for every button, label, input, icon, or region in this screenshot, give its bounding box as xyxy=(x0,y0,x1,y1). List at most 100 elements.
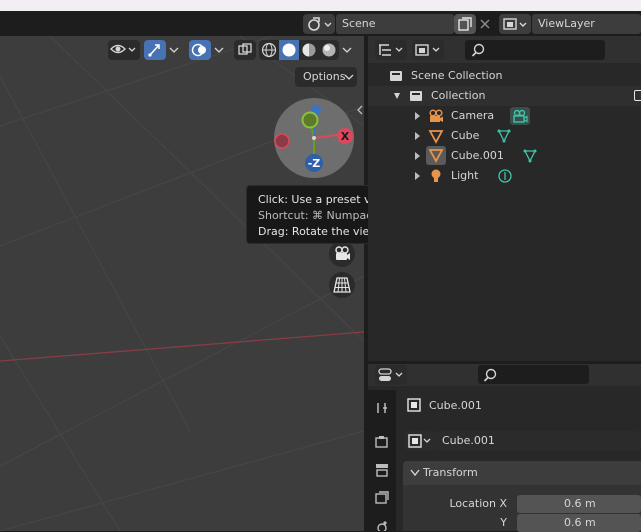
visibility-button[interactable] xyxy=(108,40,140,60)
light-object-icon xyxy=(431,169,441,182)
viewlayer-name: ViewLayer xyxy=(538,17,595,30)
object-name-field[interactable]: Cube.001 xyxy=(435,431,641,451)
outliner-row-camera[interactable]: Camera xyxy=(368,106,641,126)
scene-collection-icon xyxy=(390,71,402,81)
output-tab-icon[interactable] xyxy=(374,462,390,478)
overlays-toggle-button[interactable] xyxy=(189,40,211,60)
outliner-label: Light xyxy=(451,169,479,182)
scene-icon xyxy=(308,17,332,31)
chevron-down-icon xyxy=(169,47,179,53)
outliner-row-cube-001[interactable]: Cube.001 xyxy=(368,146,641,166)
camera-object-icon xyxy=(429,109,443,122)
tool-tab-icon[interactable] xyxy=(374,400,390,416)
outliner-row-scene-collection[interactable]: Scene Collection xyxy=(368,66,641,86)
view-layer-icon xyxy=(415,44,440,56)
location-y-label: Y xyxy=(500,516,507,529)
outliner-header xyxy=(368,36,641,63)
xray-icon xyxy=(238,43,252,55)
properties-editor-type-button[interactable] xyxy=(375,365,407,385)
object-icon xyxy=(407,398,421,412)
scene-name: Scene xyxy=(342,17,376,30)
properties-icon xyxy=(378,368,403,381)
tooltip-line-2: Shortcut: ⌘ Numpad 7 xyxy=(258,209,384,222)
outliner-row-collection[interactable]: Collection xyxy=(368,86,641,106)
xray-toggle-button[interactable] xyxy=(234,40,256,60)
viewlayer-browse-button[interactable] xyxy=(499,14,531,34)
object-browse-button[interactable] xyxy=(405,431,435,451)
chevron-down-icon xyxy=(410,469,420,477)
chevron-right-icon[interactable] xyxy=(413,151,421,161)
solid-shading-icon xyxy=(282,43,296,57)
camera-icon xyxy=(335,246,350,260)
chevron-down-icon xyxy=(214,47,224,53)
options-label: Options xyxy=(303,70,346,83)
chevron-right-icon[interactable] xyxy=(413,111,421,121)
toggle-camera-view-button[interactable] xyxy=(329,241,355,267)
3d-viewport[interactable]: Options X -Z xyxy=(0,36,364,531)
transform-panel-header[interactable]: Transform xyxy=(403,461,641,485)
outliner-label: Cube.001 xyxy=(451,149,504,162)
sidebar-toggle-icon[interactable] xyxy=(356,104,364,116)
mesh-object-icon xyxy=(428,149,444,163)
scene-browse-button[interactable] xyxy=(303,14,335,34)
transform-gizmo-icon xyxy=(148,44,160,57)
top-header: Scene ViewLayer xyxy=(0,11,641,36)
outliner-row-light[interactable]: Light xyxy=(368,166,641,186)
location-y-value: 0.6 m xyxy=(564,516,596,529)
chevron-down-icon xyxy=(344,74,354,80)
overlays-dropdown[interactable] xyxy=(212,40,226,60)
outliner-label: Camera xyxy=(451,109,495,122)
location-y-field[interactable]: 0.6 m xyxy=(517,514,641,532)
camera-data-icon xyxy=(513,109,528,123)
gizmo-toggle-button[interactable] xyxy=(144,40,166,60)
outliner-row-cube[interactable]: Cube xyxy=(368,126,641,146)
duplicate-icon xyxy=(458,17,472,31)
shading-mode-group xyxy=(259,40,339,60)
transform-panel-body: Location X 0.6 m Y 0.6 m xyxy=(403,485,641,532)
display-mode-button[interactable] xyxy=(412,40,444,60)
scene-name-field[interactable]: Scene xyxy=(336,14,454,34)
new-scene-button[interactable] xyxy=(454,14,476,34)
outliner-search-input[interactable] xyxy=(465,40,605,60)
eye-icon xyxy=(110,44,136,54)
chevron-down-icon xyxy=(342,47,352,53)
camera-data-button[interactable] xyxy=(510,107,530,125)
options-button[interactable]: Options xyxy=(295,67,357,87)
location-x-field[interactable]: 0.6 m xyxy=(517,495,641,513)
location-x-label: Location X xyxy=(449,497,507,510)
shading-dropdown[interactable] xyxy=(340,40,354,60)
view-layer-tab-icon[interactable] xyxy=(374,490,390,506)
mesh-object-icon xyxy=(428,130,444,144)
tooltip-line-3: Drag: Rotate the view xyxy=(258,225,379,238)
transform-label: Transform xyxy=(423,466,478,479)
viewlayer-name-field[interactable]: ViewLayer xyxy=(532,14,641,34)
editor-type-button[interactable] xyxy=(375,40,407,60)
rendered-shading-icon xyxy=(322,43,336,57)
overlays-icon xyxy=(191,43,206,57)
gizmo-dropdown[interactable] xyxy=(167,40,181,60)
toggle-perspective-button[interactable] xyxy=(329,272,355,298)
exclude-checkbox[interactable] xyxy=(634,90,641,101)
mesh-data-icon[interactable] xyxy=(522,148,538,164)
mesh-data-icon[interactable] xyxy=(496,128,512,144)
properties-panel: Cube.001 Cube.001 Transform Location X 0… xyxy=(368,364,641,532)
chevron-down-icon[interactable] xyxy=(392,90,402,102)
chevron-right-icon[interactable] xyxy=(413,131,421,141)
active-object-name: Cube.001 xyxy=(429,399,482,412)
navigation-gizmo[interactable]: X -Z xyxy=(272,96,356,180)
light-data-icon[interactable] xyxy=(497,168,513,184)
properties-header xyxy=(368,364,641,386)
properties-search-input[interactable] xyxy=(478,365,589,384)
search-icon xyxy=(483,368,497,382)
render-tab-icon[interactable] xyxy=(374,434,390,450)
collection-icon xyxy=(410,91,422,101)
wireframe-shading-icon xyxy=(261,42,277,58)
delete-scene-button[interactable] xyxy=(477,14,493,34)
material-shading-icon xyxy=(302,43,316,57)
scene-tab-icon[interactable] xyxy=(374,518,390,531)
outliner-label: Cube xyxy=(451,129,480,142)
object-name-value: Cube.001 xyxy=(442,434,495,447)
search-icon xyxy=(471,43,485,57)
chevron-right-icon[interactable] xyxy=(413,171,421,181)
window-top-strip xyxy=(0,0,641,11)
